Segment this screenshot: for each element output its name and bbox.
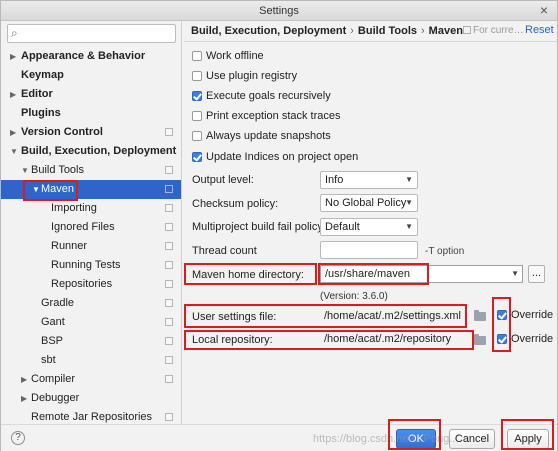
project-scope-icon <box>463 26 471 34</box>
sidebar-item-bsp[interactable]: BSP <box>1 332 181 351</box>
sidebar-item-gant[interactable]: Gant <box>1 313 181 332</box>
sidebar-item-plugins[interactable]: Plugins <box>1 104 181 123</box>
multiproject-fail-policy-select[interactable]: Default ▼ <box>320 218 418 236</box>
close-icon[interactable]: × <box>537 3 551 18</box>
sidebar-item-repositories[interactable]: Repositories <box>1 275 181 294</box>
chevron-down-icon[interactable]: ▼ <box>511 266 519 282</box>
project-scope-icon <box>165 337 173 345</box>
output-level-label: Output level: <box>192 174 254 186</box>
window-title: Settings <box>259 5 299 17</box>
sidebar-item-importing[interactable]: Importing <box>1 199 181 218</box>
settings-sidebar: ⌕ ▶ Appearance & Behavior Keymap ▶ Edito… <box>1 21 182 424</box>
sidebar-item-ignored-files[interactable]: Ignored Files <box>1 218 181 237</box>
folder-icon[interactable] <box>474 334 486 345</box>
chevron-down-icon: ▼ <box>405 198 413 207</box>
sidebar-item-keymap[interactable]: Keymap <box>1 66 181 85</box>
project-scope-icon <box>165 413 173 421</box>
breadcrumb: Build, Execution, Deployment › Build Tools… <box>191 25 463 37</box>
thread-count-hint: -T option <box>425 246 465 257</box>
sidebar-item-editor[interactable]: ▶ Editor <box>1 85 181 104</box>
highlight-override-checkboxes <box>492 297 511 352</box>
checksum-policy-select[interactable]: No Global Policy ▼ <box>320 194 418 212</box>
project-scope-icon <box>165 261 173 269</box>
chevron-right-icon[interactable]: ▶ <box>21 389 27 408</box>
maven-home-label: Maven home directory: <box>192 269 304 281</box>
breadcrumb-separator: › <box>421 25 425 37</box>
user-settings-input[interactable]: /home/acat/.m2/settings.xml <box>320 307 470 325</box>
dialog-footer: ? OK Cancel Apply <box>1 424 557 451</box>
checkbox-box[interactable] <box>192 152 202 162</box>
chevron-right-icon[interactable]: ▶ <box>10 123 16 142</box>
local-repository-label: Local repository: <box>192 334 273 346</box>
chevron-right-icon[interactable]: ▶ <box>21 370 27 389</box>
project-scope-icon <box>165 280 173 288</box>
user-settings-label: User settings file: <box>192 311 277 323</box>
sidebar-item-compiler[interactable]: ▶ Compiler <box>1 370 181 389</box>
sidebar-item-remote-jar-repositories[interactable]: Remote Jar Repositories <box>1 408 181 424</box>
reset-link[interactable]: Reset <box>525 24 554 36</box>
for-current-project-label: For curre… <box>463 25 524 36</box>
project-scope-icon <box>165 242 173 250</box>
help-icon[interactable]: ? <box>11 431 25 445</box>
chevron-right-icon[interactable]: ▶ <box>10 47 16 66</box>
header-divider <box>184 41 557 42</box>
settings-search-input[interactable]: ⌕ <box>7 24 176 43</box>
checkbox-box[interactable] <box>192 131 202 141</box>
sidebar-item-build-execution-deployment[interactable]: ▼ Build, Execution, Deployment <box>1 142 181 161</box>
checkbox-box[interactable] <box>192 111 202 121</box>
chevron-down-icon: ▼ <box>405 175 413 184</box>
local-repository-input[interactable]: /home/acat/.m2/repository <box>320 330 470 348</box>
project-scope-icon <box>165 128 173 136</box>
multiproject-fail-policy-label: Multiproject build fail policy: <box>192 221 326 233</box>
sidebar-item-appearance-behavior[interactable]: ▶ Appearance & Behavior <box>1 47 181 66</box>
folder-icon[interactable] <box>474 310 486 321</box>
sidebar-item-sbt[interactable]: sbt <box>1 351 181 370</box>
chevron-down-icon: ▼ <box>405 222 413 231</box>
checksum-policy-label: Checksum policy: <box>192 198 279 210</box>
chevron-down-icon[interactable]: ▼ <box>21 161 29 180</box>
checkbox-box[interactable] <box>192 71 202 81</box>
search-icon: ⌕ <box>11 26 18 40</box>
browse-maven-home-button[interactable]: ... <box>528 265 545 283</box>
sidebar-item-build-tools[interactable]: ▼ Build Tools <box>1 161 181 180</box>
title-bar: Settings × <box>1 1 557 21</box>
highlight-maven-sidebar <box>23 180 78 201</box>
settings-window: Settings × ⌕ ▶ Appearance & Behavior Key… <box>0 0 558 451</box>
sidebar-item-gradle[interactable]: Gradle <box>1 294 181 313</box>
checkbox-box[interactable] <box>192 91 202 101</box>
project-scope-icon <box>165 318 173 326</box>
highlight-maven-home-value <box>318 263 429 285</box>
thread-count-input[interactable] <box>320 241 418 259</box>
breadcrumb-item[interactable]: Build, Execution, Deployment <box>191 25 346 37</box>
maven-version: (Version: 3.6.0) <box>320 291 388 302</box>
project-scope-icon <box>165 375 173 383</box>
sidebar-item-version-control[interactable]: ▶ Version Control <box>1 123 181 142</box>
highlight-apply-button <box>501 419 554 450</box>
sidebar-item-runner[interactable]: Runner <box>1 237 181 256</box>
chevron-right-icon[interactable]: ▶ <box>10 85 16 104</box>
project-scope-icon <box>165 299 173 307</box>
breadcrumb-item: Maven <box>428 25 463 37</box>
highlight-ok-button <box>388 419 441 450</box>
chevron-down-icon[interactable]: ▼ <box>10 142 18 161</box>
breadcrumb-item[interactable]: Build Tools <box>358 25 417 37</box>
output-level-select[interactable]: Info ▼ <box>320 171 418 189</box>
project-scope-icon <box>165 204 173 212</box>
project-scope-icon <box>165 223 173 231</box>
project-scope-icon <box>165 166 173 174</box>
project-scope-icon <box>165 356 173 364</box>
breadcrumb-separator: › <box>350 25 354 37</box>
sidebar-item-running-tests[interactable]: Running Tests <box>1 256 181 275</box>
sidebar-item-debugger[interactable]: ▶ Debugger <box>1 389 181 408</box>
checkbox-box[interactable] <box>192 51 202 61</box>
project-scope-icon <box>165 185 173 193</box>
thread-count-label: Thread count <box>192 245 257 257</box>
settings-tree: ▶ Appearance & Behavior Keymap ▶ Editor … <box>1 47 181 424</box>
